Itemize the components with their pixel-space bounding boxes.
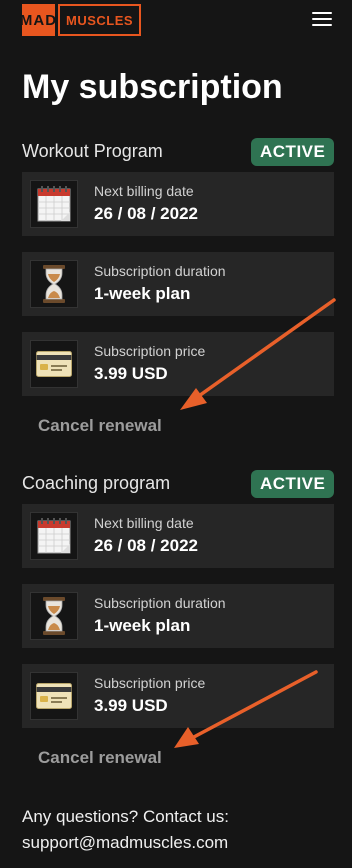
billing-date-card: Next billing date 26 / 08 / 2022 bbox=[22, 172, 334, 236]
cancel-renewal-button[interactable]: Cancel renewal bbox=[38, 748, 162, 768]
duration-value: 1-week plan bbox=[94, 616, 191, 635]
hourglass-icon bbox=[30, 260, 78, 308]
billing-date-value: 26 / 08 / 2022 bbox=[94, 536, 198, 555]
billing-date-value: 26 / 08 / 2022 bbox=[94, 204, 198, 223]
logo-muscles-text: MUSCLES bbox=[58, 4, 142, 36]
section-title-coaching: Coaching program bbox=[22, 473, 171, 493]
billing-date-label: Next billing date bbox=[94, 183, 194, 199]
logo-mad-text: MAD bbox=[20, 4, 56, 36]
billing-date-card: Next billing date 26 / 08 / 2022 bbox=[22, 504, 334, 568]
price-card: Subscription price 3.99 USD bbox=[22, 332, 334, 396]
duration-label: Subscription duration bbox=[94, 595, 226, 611]
calendar-icon bbox=[30, 180, 78, 228]
cancel-renewal-button[interactable]: Cancel renewal bbox=[38, 416, 162, 436]
header: MAD MUSCLES bbox=[0, 0, 352, 40]
credit-card-icon bbox=[30, 340, 78, 388]
page-title: My subscription bbox=[22, 68, 283, 106]
contact-info: Any questions? Contact us: support@madmu… bbox=[22, 804, 229, 856]
duration-card: Subscription duration 1-week plan bbox=[22, 252, 334, 316]
price-label: Subscription price bbox=[94, 343, 206, 359]
mad-muscles-logo[interactable]: MAD MUSCLES bbox=[20, 4, 142, 36]
credit-card-icon bbox=[30, 672, 78, 720]
duration-label: Subscription duration bbox=[94, 263, 226, 279]
hamburger-menu-icon[interactable] bbox=[312, 12, 332, 28]
section-title-workout: Workout Program bbox=[22, 141, 163, 161]
price-card: Subscription price 3.99 USD bbox=[22, 664, 334, 728]
duration-value: 1-week plan bbox=[94, 284, 191, 303]
hourglass-icon bbox=[30, 592, 78, 640]
price-value: 3.99 USD bbox=[94, 696, 168, 715]
calendar-icon bbox=[30, 512, 78, 560]
price-label: Subscription price bbox=[94, 675, 206, 691]
duration-card: Subscription duration 1-week plan bbox=[22, 584, 334, 648]
status-badge: ACTIVE bbox=[251, 470, 335, 498]
price-value: 3.99 USD bbox=[94, 364, 168, 383]
status-badge: ACTIVE bbox=[251, 138, 335, 166]
support-email-link[interactable]: support@madmuscles.com bbox=[22, 830, 229, 856]
billing-date-label: Next billing date bbox=[94, 515, 194, 531]
contact-text: Any questions? Contact us: bbox=[22, 807, 229, 826]
